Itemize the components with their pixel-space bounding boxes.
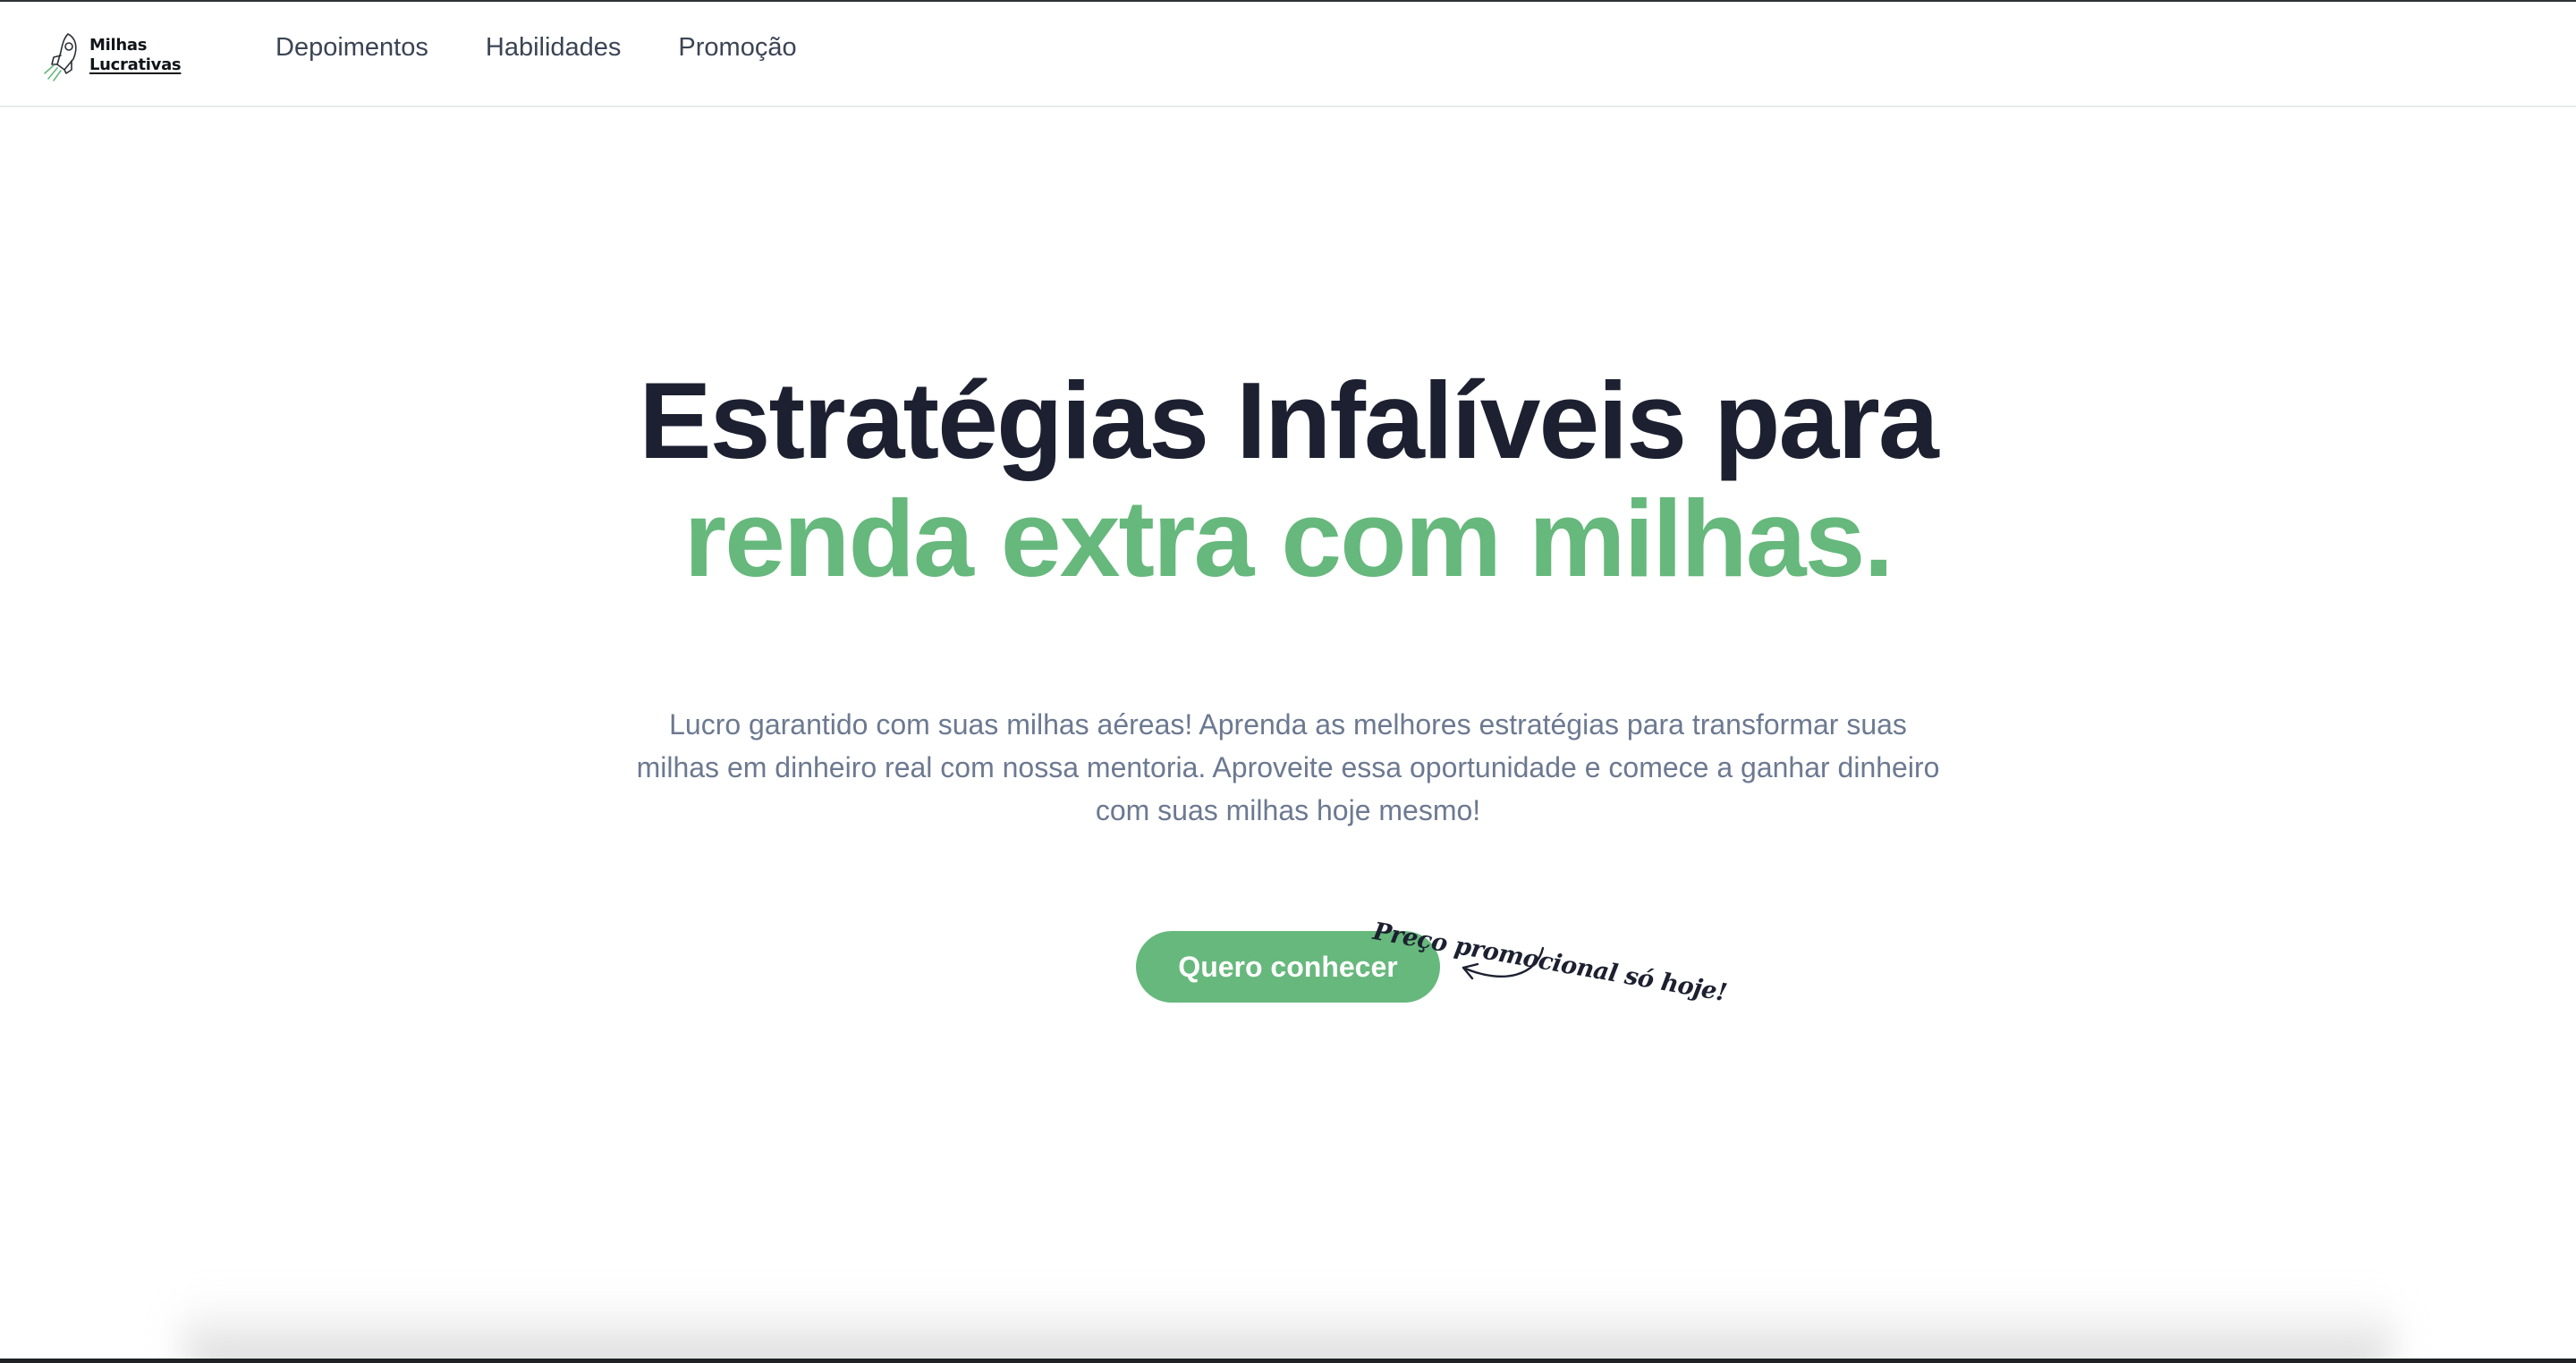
nav-link-depoimentos[interactable]: Depoimentos bbox=[275, 33, 428, 63]
rocket-icon bbox=[44, 33, 77, 81]
curved-arrow-icon bbox=[1462, 946, 1545, 980]
next-section-shadow bbox=[179, 1295, 2397, 1363]
brand-name: Milhas Lucrativas bbox=[89, 36, 182, 75]
brand-name-line1: Milhas bbox=[89, 36, 148, 55]
brand-name-line2: Lucrativas bbox=[89, 55, 182, 74]
hero-title-line1: Estratégias Infalíveis para bbox=[639, 360, 1938, 481]
main-nav: Depoimentos Habilidades Promoção bbox=[275, 29, 854, 66]
landing-page: Milhas Lucrativas Depoimentos Habilidade… bbox=[0, 0, 2576, 1363]
nav-link-habilidades[interactable]: Habilidades bbox=[486, 33, 622, 63]
nav-link-promocao[interactable]: Promoção bbox=[678, 33, 796, 63]
navbar: Milhas Lucrativas Depoimentos Habilidade… bbox=[0, 2, 2576, 107]
hero-description: Lucro garantido com suas milhas aéreas! … bbox=[636, 708, 1940, 826]
brand-logo[interactable]: Milhas Lucrativas bbox=[41, 29, 182, 82]
window-bottom-edge bbox=[0, 1359, 2576, 1363]
hero-title: Estratégias Infalíveis para renda extra … bbox=[0, 361, 2576, 597]
hero-title-line2: renda extra com milhas. bbox=[683, 478, 1894, 599]
